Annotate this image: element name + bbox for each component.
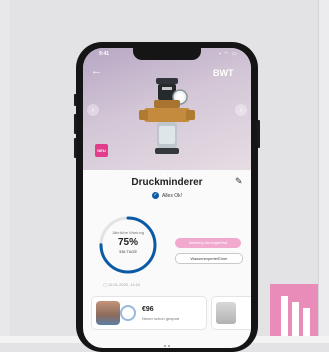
carousel-next-button[interactable]: › bbox=[235, 104, 247, 116]
brand-corner-logo bbox=[270, 284, 318, 336]
product-hero: 9:41 ▪ ◠ ▭ ← BWT ‹ › NEU bbox=[83, 48, 251, 177]
savings-amount: €96 bbox=[142, 306, 154, 313]
pressure-reducer-image bbox=[139, 78, 195, 154]
bwt-corner-mark-icon bbox=[281, 296, 310, 336]
person-photo bbox=[96, 301, 120, 325]
maintenance-date-text: 10.01.2025, 14:24 bbox=[107, 282, 141, 287]
device-status-row: ✓ Alles Ok! bbox=[83, 192, 251, 199]
device-status-text: Alles Ok! bbox=[161, 192, 182, 199]
device-title: Druckminderer bbox=[131, 177, 203, 188]
new-product-sticker: NEU bbox=[95, 144, 108, 157]
maintenance-done-button[interactable]: Wartung durchgeführt bbox=[175, 238, 241, 248]
maintenance-days: 336 TAGE bbox=[118, 249, 138, 254]
maintenance-percent: 75% bbox=[117, 237, 138, 248]
cards-page-dots[interactable] bbox=[163, 334, 171, 348]
phone-power-button bbox=[257, 120, 260, 148]
phone-frame: 9:41 ▪ ◠ ▭ ← BWT ‹ › NEU Druckminderer ✎… bbox=[74, 42, 260, 352]
product-thumbnail bbox=[216, 302, 236, 324]
phone-volume-up bbox=[74, 114, 77, 134]
left-background-edge bbox=[0, 0, 10, 343]
maintenance-progress-ring: Jährliche Wartung 75% 336 TAGE bbox=[97, 214, 159, 276]
status-time: 9:41 bbox=[99, 51, 110, 57]
maintenance-caption: Jährliche Wartung bbox=[111, 230, 145, 235]
right-background-edge bbox=[318, 0, 329, 343]
savings-ring-icon bbox=[120, 305, 136, 321]
phone-mute-switch bbox=[74, 94, 77, 106]
phone-volume-down bbox=[74, 138, 77, 158]
savings-card[interactable]: €96 Neuer schon gespart bbox=[91, 296, 207, 330]
maintenance-date: ▢ 10.01.2025, 14:24 bbox=[103, 282, 140, 287]
water-expert-button[interactable]: Wasserexperte/Einer bbox=[175, 253, 243, 264]
check-circle-icon: ✓ bbox=[151, 192, 159, 199]
edit-pencil-icon[interactable]: ✎ bbox=[235, 176, 243, 187]
status-icons: ▪ ◠ ▭ bbox=[219, 51, 238, 57]
next-card-peek[interactable] bbox=[211, 296, 251, 330]
carousel-prev-button[interactable]: ‹ bbox=[87, 104, 99, 116]
brand-logo: BWT bbox=[213, 68, 234, 78]
phone-notch bbox=[133, 48, 201, 60]
savings-subtitle: Neuer schon gespart bbox=[142, 316, 180, 321]
app-screen: 9:41 ▪ ◠ ▭ ← BWT ‹ › NEU Druckminderer ✎… bbox=[83, 48, 251, 348]
back-arrow-icon[interactable]: ← bbox=[91, 66, 102, 77]
